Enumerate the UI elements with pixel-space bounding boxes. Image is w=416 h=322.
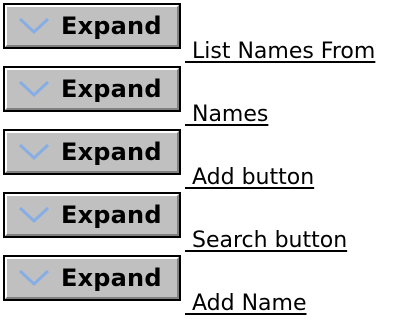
- expand-button[interactable]: Expand: [3, 129, 181, 175]
- expand-button-label: Expand: [61, 201, 162, 229]
- expand-button-label: Expand: [61, 12, 162, 40]
- expand-list: Expand List Names From Expand Names Expa…: [3, 3, 410, 320]
- chevron-down-icon: [18, 17, 50, 35]
- list-item: Expand Add Name: [3, 255, 410, 320]
- expand-button[interactable]: Expand: [3, 3, 181, 49]
- topic-link-list-names-from[interactable]: List Names From: [185, 41, 375, 63]
- list-item: Expand List Names From: [3, 3, 410, 68]
- expand-button[interactable]: Expand: [3, 192, 181, 238]
- chevron-down-icon: [18, 269, 50, 287]
- expand-button-label: Expand: [61, 138, 162, 166]
- list-item: Expand Add button: [3, 129, 410, 194]
- list-item: Expand Names: [3, 66, 410, 131]
- list-item: Expand Search button: [3, 192, 410, 257]
- chevron-down-icon: [18, 143, 50, 161]
- chevron-down-icon: [18, 80, 50, 98]
- expand-button[interactable]: Expand: [3, 66, 181, 112]
- expand-button[interactable]: Expand: [3, 255, 181, 301]
- chevron-down-icon: [18, 206, 50, 224]
- topic-link-add-name[interactable]: Add Name: [185, 293, 307, 315]
- expand-button-label: Expand: [61, 75, 162, 103]
- topic-link-search-button[interactable]: Search button: [185, 230, 347, 252]
- topic-link-add-button[interactable]: Add button: [185, 167, 314, 189]
- expand-button-label: Expand: [61, 264, 162, 292]
- topic-link-names[interactable]: Names: [185, 104, 268, 126]
